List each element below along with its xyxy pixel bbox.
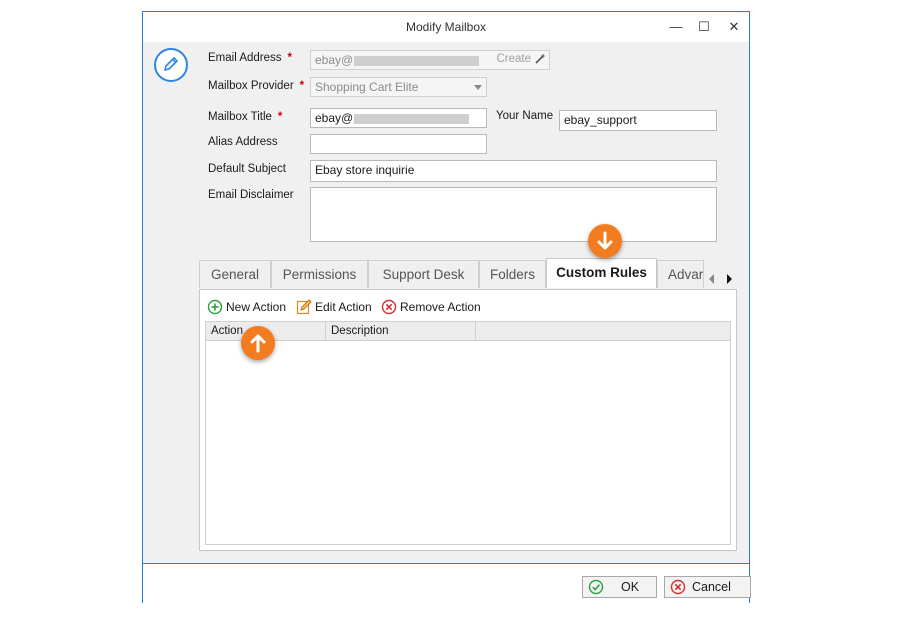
callout-up-marker <box>241 326 275 360</box>
tab-folders[interactable]: Folders <box>479 260 546 288</box>
tab-support-desk[interactable]: Support Desk <box>368 260 479 288</box>
arrow-down-icon <box>597 231 613 250</box>
x-circle-icon <box>670 579 686 595</box>
wand-icon[interactable] <box>534 53 546 65</box>
chevron-down-icon <box>474 85 482 90</box>
mailbox-title-label: Mailbox Title * <box>208 111 283 123</box>
window-title: Modify Mailbox <box>405 20 487 34</box>
email-address-field[interactable]: ebay@ Create <box>310 50 550 70</box>
tab-custom-rules[interactable]: Custom Rules <box>546 258 657 288</box>
email-disclaimer-field[interactable] <box>310 187 717 242</box>
custom-rules-panel: New Action Edit Action Remove Action Act… <box>199 289 737 551</box>
edit-action-button[interactable]: Edit Action <box>296 298 372 316</box>
mailbox-provider-label: Mailbox Provider * <box>208 80 305 92</box>
maximize-button[interactable]: ☐ <box>691 16 717 38</box>
cancel-button[interactable]: Cancel <box>664 576 751 598</box>
x-circle-icon <box>381 299 397 315</box>
minimize-button[interactable]: — <box>663 16 689 38</box>
arrow-up-icon <box>250 334 266 353</box>
check-circle-icon <box>588 579 604 595</box>
dialog-footer: OK Cancel <box>143 563 751 603</box>
default-subject-field[interactable]: Ebay store inquirie <box>310 160 717 182</box>
tab-scroll-left-icon[interactable] <box>709 274 714 284</box>
tab-general[interactable]: General <box>199 260 271 288</box>
tab-advanced[interactable]: Advar <box>657 260 704 288</box>
mailbox-provider-select[interactable]: Shopping Cart Elite <box>310 77 487 97</box>
tab-permissions[interactable]: Permissions <box>271 260 368 288</box>
alias-address-field[interactable] <box>310 134 487 154</box>
pencil-icon <box>164 57 178 71</box>
alias-address-label: Alias Address <box>208 136 278 148</box>
create-link[interactable]: Create <box>496 53 531 65</box>
title-bar: Modify Mailbox — ☐ ✕ <box>143 12 749 42</box>
your-name-field[interactable]: ebay_support <box>559 110 717 131</box>
email-disclaimer-label: Email Disclaimer <box>208 189 294 201</box>
mailbox-title-field[interactable]: ebay@ <box>310 108 487 128</box>
tab-strip: General Permissions Support Desk Folders… <box>199 258 704 290</box>
close-button[interactable]: ✕ <box>721 16 747 38</box>
new-action-button[interactable]: New Action <box>207 298 286 316</box>
callout-down-marker <box>588 224 622 258</box>
ok-button[interactable]: OK <box>582 576 657 598</box>
remove-action-button[interactable]: Remove Action <box>381 298 481 316</box>
edit-mailbox-icon <box>154 48 188 82</box>
default-subject-label: Default Subject <box>208 163 286 175</box>
your-name-label: Your Name <box>496 110 554 122</box>
modify-mailbox-dialog: Modify Mailbox — ☐ ✕ Email Address * ebay… <box>142 11 751 603</box>
tab-scroll-right-icon[interactable] <box>727 274 732 284</box>
column-header-description[interactable]: Description <box>326 322 476 341</box>
actions-grid[interactable]: Action Description <box>205 321 731 545</box>
email-address-label: Email Address * <box>208 52 292 64</box>
plus-circle-icon <box>207 299 223 315</box>
edit-pencil-icon <box>296 299 312 315</box>
column-header-filler <box>476 322 730 341</box>
